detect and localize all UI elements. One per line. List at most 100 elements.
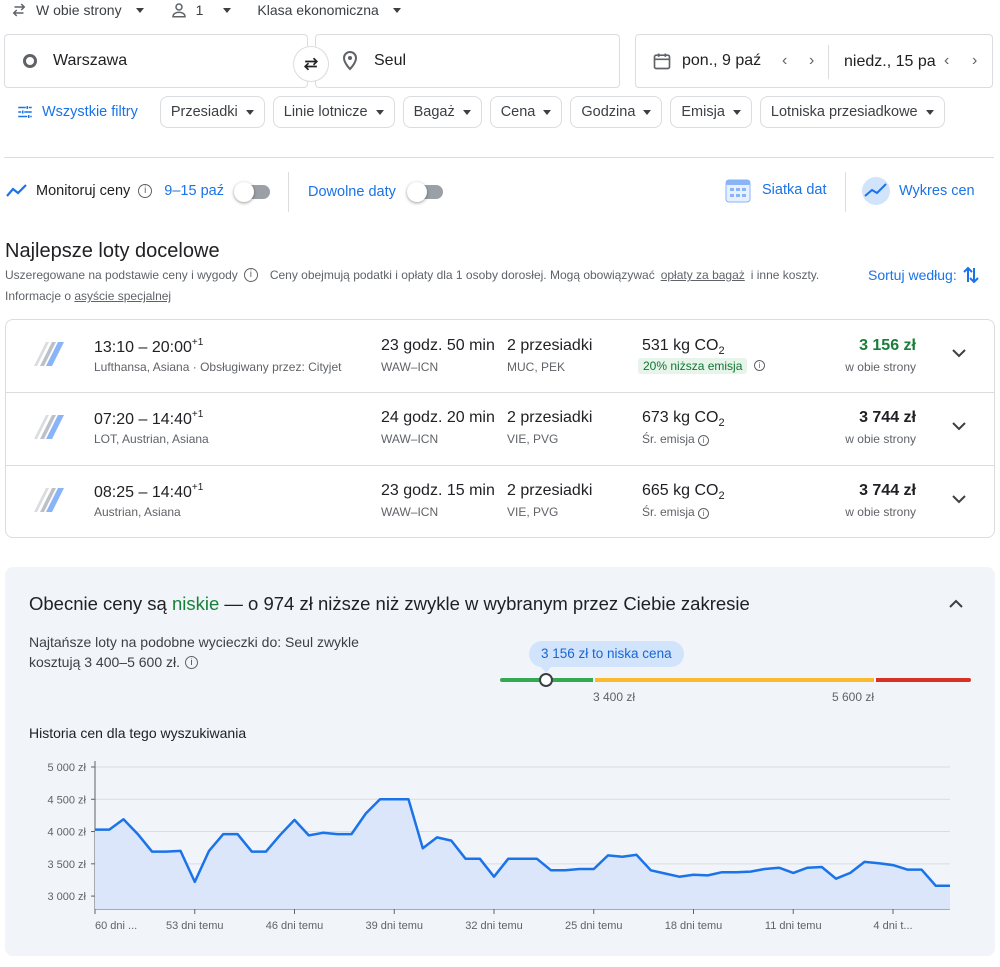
next-return-date-icon[interactable]: ›	[972, 52, 977, 70]
flight-times: 13:10 – 20:00+1	[94, 337, 204, 356]
price-note: w obie strony	[845, 360, 916, 374]
airline-logo-icon	[34, 415, 64, 439]
filter-chip-connecting-airports[interactable]: Lotniska przesiadkowe	[759, 96, 945, 128]
info-icon[interactable]: i	[754, 360, 765, 371]
x-tick-label: 25 dni temu	[565, 920, 622, 932]
passenger-select[interactable]: 1	[170, 1, 232, 19]
results-heading: Najlepsze loty docelowe	[5, 240, 220, 262]
filter-chip-bags[interactable]: Bagaż	[402, 96, 482, 128]
day-offset: +1	[191, 337, 204, 348]
chip-label: Lotniska przesiadkowe	[770, 104, 918, 120]
trip-type-select[interactable]: W obie strony	[10, 1, 144, 19]
filter-chip-price[interactable]: Cena	[489, 96, 563, 128]
y-tick-label: 3 000 zł	[47, 891, 86, 903]
return-date[interactable]: niedz., 15 pa	[844, 53, 936, 71]
chevron-down-icon	[392, 7, 401, 13]
expand-chevron-icon[interactable]	[952, 422, 966, 431]
divider	[845, 172, 846, 212]
chevron-down-icon	[223, 7, 232, 13]
collapse-chevron-icon[interactable]	[949, 599, 963, 608]
tune-icon	[18, 106, 32, 118]
flight-row[interactable]: 13:10 – 20:00+1 Lufthansa, Asiana · Obsł…	[6, 320, 994, 392]
info-icon[interactable]: i	[698, 508, 710, 519]
location-pin-icon	[342, 51, 358, 71]
price-graph-button[interactable]: Wykres cen	[861, 176, 975, 206]
x-tick-label: 32 dni temu	[465, 920, 522, 932]
y-tick-label: 5 000 zł	[47, 762, 86, 774]
next-depart-date-icon[interactable]: ›	[809, 52, 814, 70]
swap-locations-button[interactable]	[293, 46, 329, 82]
date-grid-button[interactable]: Siatka dat	[724, 176, 827, 204]
destination-field[interactable]: Seul	[315, 34, 620, 88]
filter-bar: Wszystkie filtry Przesiadki Linie lotnic…	[0, 96, 1000, 128]
filter-chip-airlines[interactable]: Linie lotnicze	[272, 96, 395, 128]
co2: 673 kg CO2	[642, 409, 725, 429]
expand-chevron-icon[interactable]	[952, 495, 966, 504]
track-prices-toggle[interactable]	[234, 182, 270, 202]
duration: 23 godz. 50 min	[381, 337, 495, 354]
flight-row[interactable]: 08:25 – 14:40+1 Austrian, Asiana 23 godz…	[6, 466, 994, 537]
airlines: LOT, Austrian, Asiana	[94, 432, 209, 446]
flight-row[interactable]: 07:20 – 14:40+1 LOT, Austrian, Asiana 24…	[6, 393, 994, 465]
date-grid-icon	[725, 179, 751, 203]
co2-value: 673 kg CO	[642, 409, 719, 426]
chevron-down-icon	[543, 109, 552, 115]
filter-chip-stops[interactable]: Przesiadki	[159, 96, 265, 128]
expand-chevron-icon[interactable]	[952, 349, 966, 358]
price-area	[95, 799, 950, 909]
date-range-field: pon., 9 paź ‹ › niedz., 15 pa ‹ ›	[635, 34, 993, 88]
chip-label: Przesiadki	[170, 104, 238, 120]
filter-chip-times[interactable]: Godzina	[570, 96, 663, 128]
info-icon[interactable]: i	[698, 435, 710, 446]
stops: 2 przesiadki	[507, 482, 593, 499]
assistance-prefix: Informacje o	[5, 289, 72, 303]
chevron-down-icon	[462, 109, 471, 115]
assistance-note: Informacje o asyście specjalnej	[5, 289, 171, 303]
airline-logo-icon	[34, 342, 64, 366]
emissions-badge: 20% niższa emisja	[638, 358, 748, 374]
passenger-count: 1	[195, 2, 204, 18]
arrival-time: 14:40	[151, 484, 192, 501]
arrival-time: 14:40	[151, 411, 192, 428]
range-high-segment	[876, 678, 971, 682]
all-filters-button[interactable]: Wszystkie filtry	[16, 103, 138, 121]
trending-icon	[6, 184, 27, 197]
origin-field[interactable]: Warszawa	[4, 34, 308, 88]
route: WAW–ICN	[381, 505, 439, 519]
price: 3 744 zł	[859, 409, 916, 426]
prev-return-date-icon[interactable]: ‹	[944, 52, 949, 70]
y-tick-label: 3 500 zł	[47, 859, 86, 871]
chevron-down-icon	[245, 109, 254, 115]
person-icon	[171, 3, 186, 18]
chip-label: Cena	[500, 104, 536, 120]
range-low-label: 3 400 zł	[593, 690, 636, 704]
chip-label: Godzina	[581, 104, 636, 120]
special-assistance-link[interactable]: asyście specjalnej	[74, 289, 171, 303]
cabin-select[interactable]: Klasa ekonomiczna	[257, 2, 401, 18]
arrival-time: 20:00	[151, 339, 192, 356]
chevron-down-icon	[732, 109, 741, 115]
sort-label: Sortuj według:	[868, 267, 957, 283]
price-history-chart: 5 000 zł 4 500 zł 4 000 zł 3 500 zł 3 000 zł…	[47, 761, 950, 932]
price-graph-icon	[862, 177, 890, 205]
track-dates[interactable]: 9–15 paź	[164, 183, 224, 199]
info-icon[interactable]: i	[185, 655, 198, 669]
prev-depart-date-icon[interactable]: ‹	[782, 52, 787, 70]
co2-value: 665 kg CO	[642, 482, 719, 499]
sort-button[interactable]: Sortuj według:	[868, 266, 979, 284]
any-dates-toggle[interactable]	[407, 182, 443, 202]
co2: 531 kg CO2	[642, 337, 725, 357]
filter-chip-emissions[interactable]: Emisja	[670, 96, 752, 128]
headline-part: — o 974 zł niższe niż zwykle w wybranym …	[224, 593, 750, 614]
range-high-label: 5 600 zł	[832, 690, 875, 704]
info-icon[interactable]: i	[243, 268, 258, 282]
price: 3 156 zł	[859, 337, 916, 354]
track-prices-label: Monitoruj ceny	[36, 183, 131, 199]
emissions-note: Śr. emisja i	[642, 505, 710, 519]
depart-date-field[interactable]: pon., 9 paź	[652, 51, 761, 71]
y-tick-label: 4 000 zł	[47, 827, 86, 839]
swap-icon	[303, 57, 319, 71]
baggage-fees-link[interactable]: opłaty za bagaż	[661, 268, 745, 282]
chip-label: Linie lotnicze	[283, 104, 368, 120]
info-icon[interactable]: i	[138, 184, 153, 198]
